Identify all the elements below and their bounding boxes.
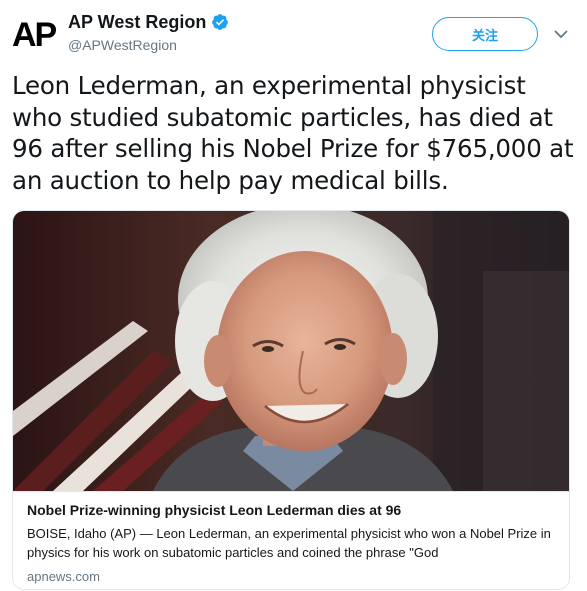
card-title[interactable]: Nobel Prize-winning physicist Leon Leder… (27, 501, 557, 519)
ap-logo: AP (12, 16, 57, 54)
card-description: BOISE, Idaho (AP) — Leon Lederman, an ex… (27, 526, 551, 560)
author-display-name[interactable]: AP West Region (68, 11, 206, 33)
chevron-down-icon[interactable] (552, 25, 570, 43)
card-domain[interactable]: apnews.com (27, 568, 557, 586)
author-avatar[interactable]: AP (12, 10, 62, 60)
tweet-text: Leon Lederman, an experimental physicist… (12, 71, 574, 195)
tweet-header: AP AP West Region @APWestRegion 关注 (0, 0, 587, 64)
card-image[interactable] (13, 211, 569, 491)
link-card[interactable]: Nobel Prize-winning physicist Leon Leder… (12, 210, 570, 590)
follow-button[interactable]: 关注 (432, 17, 538, 51)
portrait-photo (13, 211, 569, 491)
card-body[interactable]: Nobel Prize-winning physicist Leon Leder… (13, 491, 569, 589)
author-handle[interactable]: @APWestRegion (68, 36, 177, 54)
verified-badge-icon (212, 14, 229, 30)
author-name-row[interactable]: AP West Region (68, 11, 229, 33)
